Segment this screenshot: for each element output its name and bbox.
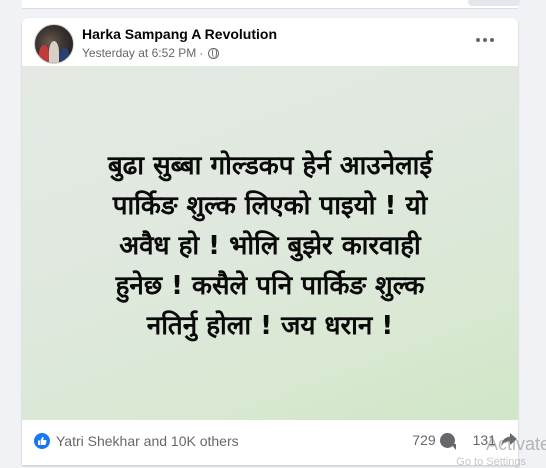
globe-icon	[208, 47, 220, 59]
meta-separator: ·	[199, 46, 204, 60]
post-image[interactable]: बुढा सुब्बा गोल्डकप हेर्न आउनेलाई पार्कि…	[22, 66, 518, 420]
author-name[interactable]: Harka Sampang A Revolution	[82, 26, 277, 42]
post-text-line: नतिर्नु होला ! जय धरान !	[146, 311, 394, 341]
reactions-summary[interactable]: Yatri Shekhar and 10K others	[34, 433, 239, 449]
post-timestamp[interactable]: Yesterday at 6:52 PM	[82, 46, 196, 60]
post-text-line: पार्किङ शुल्क लिएको पाइयो ! यो	[112, 191, 428, 221]
previous-post-edge	[22, 0, 518, 9]
previous-post-button[interactable]	[468, 0, 520, 6]
more-options-icon[interactable]	[472, 30, 498, 50]
post-text-line: अवैध हो ! भोलि बुझेर कारवाही	[119, 231, 421, 261]
comments-count[interactable]: 729	[412, 432, 435, 448]
activate-watermark-subtext: Go to Settings	[456, 456, 526, 468]
author-avatar[interactable]	[34, 24, 74, 64]
activate-watermark: Activate	[485, 434, 546, 454]
reactions-text: Yatri Shekhar and 10K others	[56, 433, 239, 449]
comment-icon[interactable]	[439, 432, 456, 450]
post-footer: Yatri Shekhar and 10K others 729 131	[22, 420, 518, 465]
post-text-line: बुढा सुब्बा गोल्डकप हेर्न आउनेलाई	[107, 151, 433, 181]
post-card: Harka Sampang A Revolution Yesterday at …	[22, 18, 518, 465]
post-image-text: बुढा सुब्बा गोल्डकप हेर्न आउनेलाई पार्कि…	[50, 146, 490, 346]
post-meta: Yesterday at 6:52 PM ·	[82, 46, 220, 60]
post-text-line: हुनेछ ! कसैले पनि पार्किङ शुल्क	[115, 271, 425, 301]
like-icon	[34, 433, 50, 449]
